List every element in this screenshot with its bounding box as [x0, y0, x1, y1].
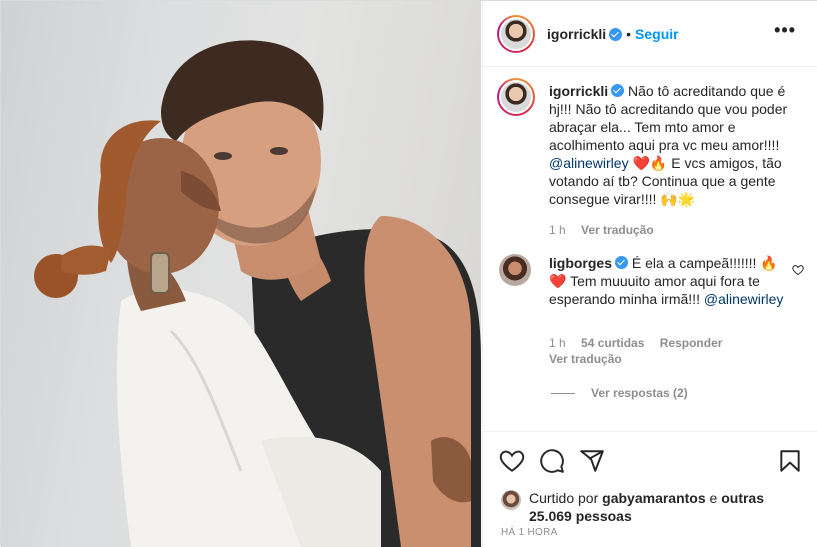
- likes-summary: Curtido por gabyamarantos e outras 25.06…: [501, 489, 801, 525]
- liker-username[interactable]: gabyamarantos: [602, 490, 705, 506]
- comment-likes[interactable]: 54 curtidas: [581, 336, 644, 350]
- post-header: igorrickli • Seguir •••: [483, 1, 817, 67]
- couple-photo-illustration: [34, 40, 481, 547]
- comment-time[interactable]: 1 h: [549, 336, 566, 350]
- share-icon[interactable]: [579, 448, 605, 474]
- comment-translate-link[interactable]: Ver tradução: [549, 352, 789, 366]
- comment-reply-button[interactable]: Responder: [660, 336, 723, 350]
- comment-text: ligborges É ela a campeã!!!!!!! 🔥❤️ Tem …: [549, 254, 789, 308]
- author-username[interactable]: igorrickli: [547, 26, 606, 42]
- author-avatar[interactable]: [497, 15, 535, 53]
- comment-icon[interactable]: [539, 448, 565, 474]
- verified-icon: [611, 84, 625, 97]
- caption-text: igorrickli Não tô acreditando que é hj!!…: [549, 82, 789, 208]
- heart-icon[interactable]: [499, 448, 525, 474]
- caption-meta: 1 h Ver tradução: [549, 223, 789, 237]
- commenter-username[interactable]: ligborges: [549, 255, 612, 271]
- replies-divider: [551, 392, 575, 394]
- caption-mention[interactable]: @alinewirley: [549, 155, 629, 171]
- likes-prefix: Curtido por: [529, 490, 603, 506]
- view-replies-button[interactable]: Ver respostas (2): [551, 386, 688, 400]
- comment-mention[interactable]: @alinewirley: [704, 291, 784, 307]
- likes-middle: e: [705, 490, 722, 506]
- liker-avatar: [501, 490, 521, 510]
- caption-translate-link[interactable]: Ver tradução: [581, 223, 654, 237]
- post-photo[interactable]: [1, 1, 481, 547]
- post-actions: Curtido por gabyamarantos e outras 25.06…: [483, 431, 817, 547]
- header-user-row: igorrickli • Seguir: [547, 26, 679, 42]
- comment-meta: 1 h 54 curtidas Responder: [549, 336, 789, 350]
- bookmark-icon[interactable]: [777, 448, 803, 474]
- view-replies-label: Ver respostas (2): [591, 386, 688, 400]
- comments-list[interactable]: igorrickli Não tô acreditando que é hj!!…: [483, 68, 817, 430]
- post-details-panel: igorrickli • Seguir ••• igorrickli Não t…: [482, 1, 817, 547]
- post-timestamp[interactable]: HÁ 1 HORA: [501, 527, 558, 538]
- more-icon[interactable]: •••: [774, 21, 796, 39]
- verified-icon: [609, 27, 623, 41]
- follow-button[interactable]: Seguir: [635, 26, 679, 42]
- commenter-avatar[interactable]: [499, 254, 531, 286]
- verified-icon: [615, 256, 629, 269]
- instagram-post-view: igorrickli • Seguir ••• igorrickli Não t…: [0, 0, 817, 547]
- caption-avatar[interactable]: [497, 78, 535, 116]
- comment-like-icon[interactable]: [792, 264, 804, 276]
- likes-text: Curtido por gabyamarantos e outras 25.06…: [501, 489, 801, 525]
- caption-username[interactable]: igorrickli: [549, 83, 608, 99]
- caption-time[interactable]: 1 h: [549, 223, 566, 237]
- separator-dot: •: [626, 26, 632, 42]
